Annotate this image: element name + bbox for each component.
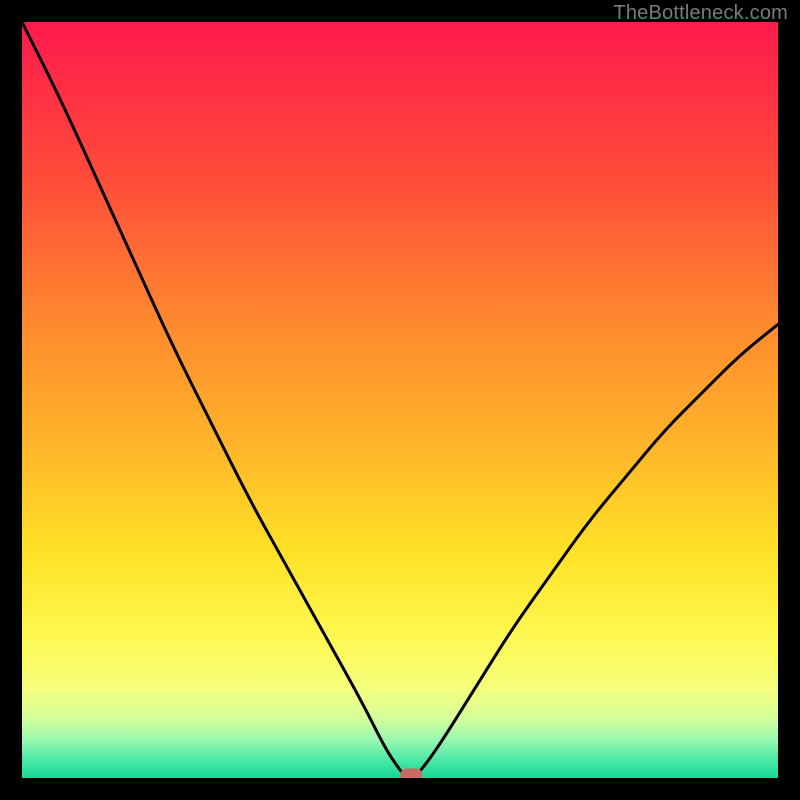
chart-frame: TheBottleneck.com	[0, 0, 800, 800]
bottleneck-curve	[22, 22, 778, 778]
plot-area	[22, 22, 778, 778]
curve-layer	[22, 22, 778, 778]
optimal-marker	[400, 769, 422, 779]
